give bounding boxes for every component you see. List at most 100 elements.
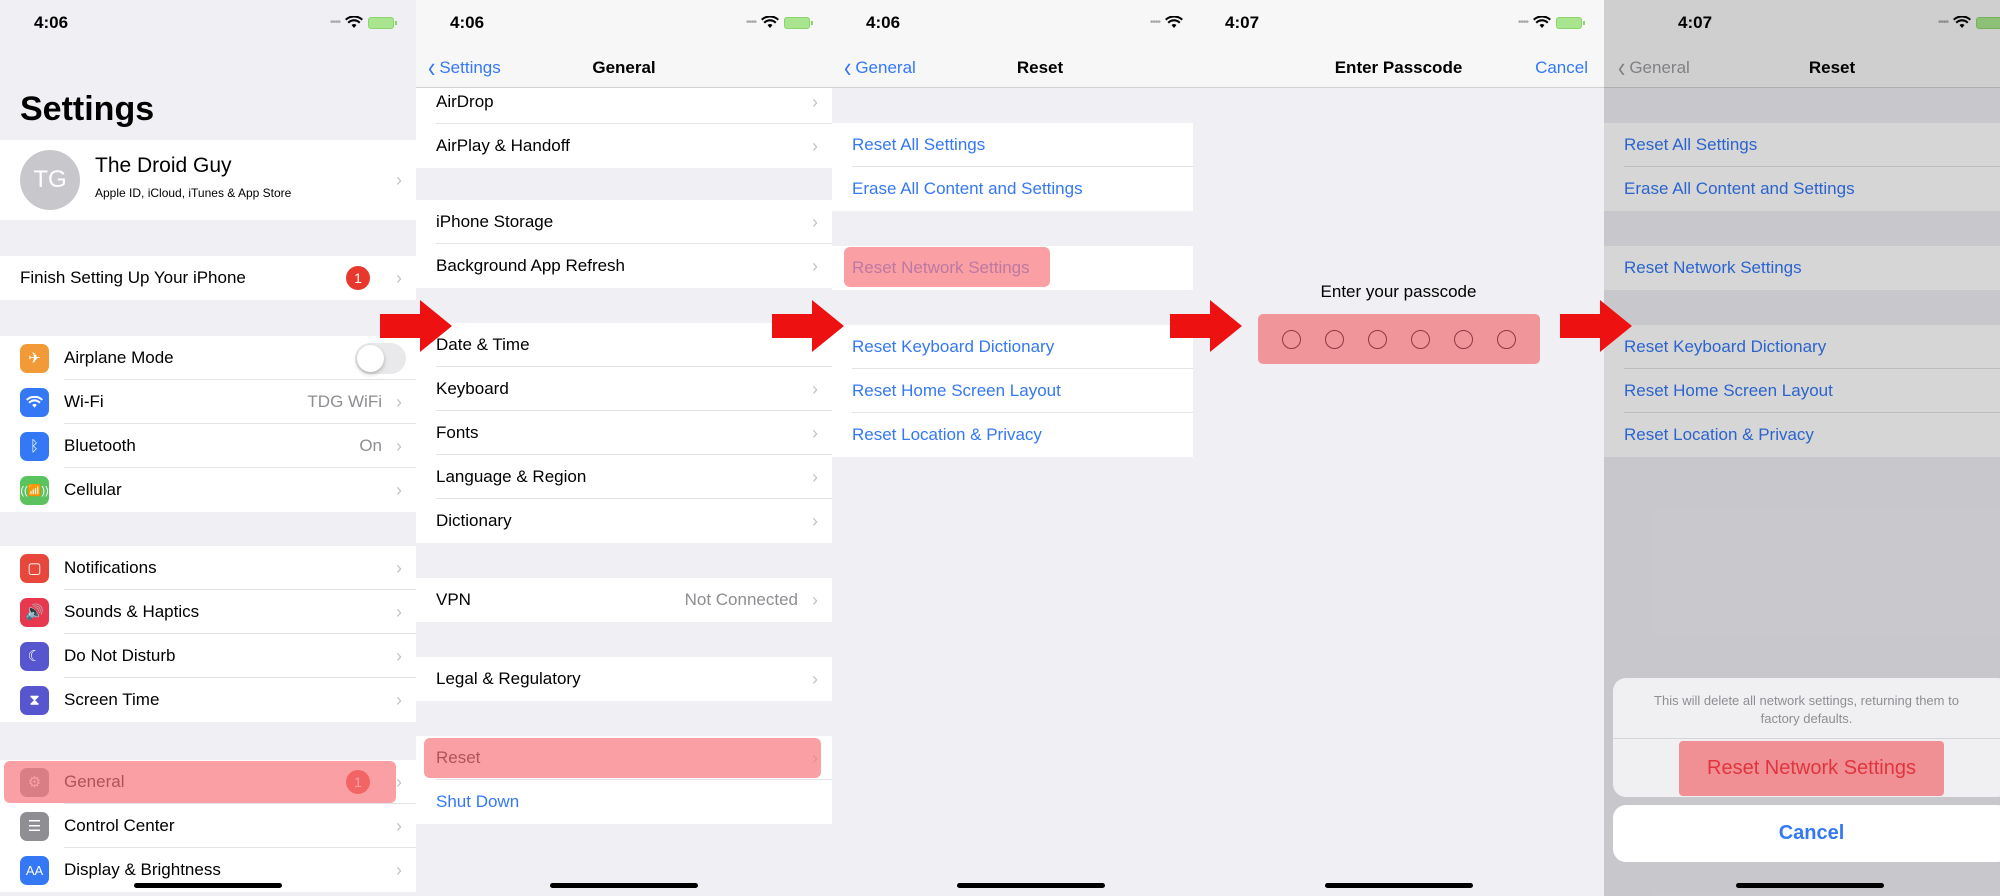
chevron-left-icon: ‹ — [1618, 51, 1626, 84]
settings-item-cellular[interactable]: ((📶)) Cellular › — [0, 468, 416, 512]
general-item-date-time[interactable]: Date & Time › — [416, 323, 832, 367]
reset-confirm-screen: 4:07 •••• ‹ General Reset Reset All Setti… — [1604, 0, 2000, 896]
wifi-status-icon — [761, 16, 779, 28]
nav-bar: ‹ General Reset — [832, 50, 1193, 88]
item-label: Bluetooth — [64, 436, 136, 455]
item-label: AirPlay & Handoff — [436, 136, 570, 155]
passcode-digit-dot — [1497, 329, 1516, 349]
item-label: Reset Home Screen Layout — [1624, 381, 1833, 400]
chevron-right-icon: › — [396, 601, 402, 622]
passcode-input[interactable] — [1258, 314, 1540, 364]
bluetooth-icon: ᛒ — [20, 431, 49, 461]
settings-item-wifi[interactable]: Wi-Fi TDG WiFi › — [0, 380, 416, 424]
reset-keyboard-dictionary[interactable]: Reset Keyboard Dictionary — [1604, 325, 2000, 369]
chevron-right-icon: › — [396, 557, 402, 578]
general-item-legal[interactable]: Legal & Regulatory › — [416, 657, 832, 701]
passcode-prompt: Enter your passcode — [1320, 282, 1477, 301]
reset-home-screen-layout[interactable]: Reset Home Screen Layout — [1604, 369, 2000, 413]
page-title: Settings — [20, 90, 155, 128]
general-item-fonts[interactable]: Fonts › — [416, 411, 832, 455]
item-label: AirDrop — [436, 92, 494, 111]
sound-icon: 🔊 — [20, 597, 49, 627]
settings-item-airplane-mode[interactable]: ✈ Airplane Mode — [0, 336, 416, 380]
reset-home-screen-layout[interactable]: Reset Home Screen Layout — [832, 369, 1193, 413]
general-item-airplay[interactable]: AirPlay & Handoff › — [416, 124, 832, 168]
chevron-right-icon: › — [812, 91, 818, 112]
erase-all-content[interactable]: Erase All Content and Settings — [1604, 167, 2000, 211]
status-bar: 4:06 •••• — [832, 0, 1193, 50]
settings-item-bluetooth[interactable]: ᛒ Bluetooth On › — [0, 424, 416, 468]
general-item-iphone-storage[interactable]: iPhone Storage › — [416, 200, 832, 244]
profile-row[interactable]: TG The Droid Guy Apple ID, iCloud, iTune… — [0, 140, 416, 220]
status-time: 4:07 — [1225, 13, 1260, 32]
item-label: Reset Location & Privacy — [1624, 425, 1814, 444]
general-screen: 4:06 •••• AirDrop › AirPlay & Handoff › … — [416, 0, 832, 896]
general-item-keyboard[interactable]: Keyboard › — [416, 367, 832, 411]
item-label: Do Not Disturb — [64, 646, 176, 665]
item-label: Erase All Content and Settings — [852, 179, 1083, 198]
settings-item-do-not-disturb[interactable]: ☾ Do Not Disturb › — [0, 634, 416, 678]
wifi-status-icon — [1165, 16, 1183, 28]
item-label: VPN — [436, 590, 471, 609]
general-item-language[interactable]: Language & Region › — [416, 455, 832, 499]
avatar: TG — [20, 150, 80, 210]
notifications-icon: ▢ — [20, 553, 49, 583]
cancel-button[interactable]: Cancel — [1535, 58, 1588, 78]
battery-icon — [1976, 16, 2000, 29]
wifi-status-icon — [1953, 16, 1971, 28]
item-label: Erase All Content and Settings — [1624, 179, 1855, 198]
chevron-right-icon: › — [396, 391, 402, 412]
home-indicator — [550, 883, 698, 888]
settings-item-sounds[interactable]: 🔊 Sounds & Haptics › — [0, 590, 416, 634]
settings-screen: 4:06 •••• Settings TG The Droid Guy Appl… — [0, 0, 416, 896]
bluetooth-value: On — [359, 436, 382, 455]
chevron-right-icon: › — [812, 135, 818, 156]
notification-badge: 1 — [346, 266, 370, 290]
chevron-right-icon: › — [396, 435, 402, 456]
reset-network-settings[interactable]: Reset Network Settings — [1604, 246, 2000, 290]
chevron-right-icon: › — [396, 689, 402, 710]
item-label: Reset Location & Privacy — [852, 425, 1042, 444]
reset-all-settings[interactable]: Reset All Settings — [832, 123, 1193, 167]
step-arrow-icon — [1170, 300, 1242, 352]
reset-location-privacy[interactable]: Reset Location & Privacy — [1604, 413, 2000, 457]
airplane-icon: ✈ — [20, 343, 49, 373]
status-bar: 4:07 •••• — [1604, 0, 2000, 50]
item-label: Reset Home Screen Layout — [852, 381, 1061, 400]
erase-all-content[interactable]: Erase All Content and Settings — [832, 167, 1193, 211]
general-item-background-refresh[interactable]: Background App Refresh › — [416, 244, 832, 288]
confirm-reset-network-button[interactable]: Reset Network Settings — [1679, 741, 1944, 796]
settings-item-screen-time[interactable]: ⧗ Screen Time › — [0, 678, 416, 722]
status-time: 4:07 — [1678, 13, 1713, 32]
settings-item-control-center[interactable]: ☰ Control Center › — [0, 804, 416, 848]
wifi-icon — [20, 387, 49, 417]
action-sheet-cancel-button[interactable]: Cancel — [1613, 805, 2000, 862]
cellular-icon: ((📶)) — [20, 475, 49, 505]
vpn-status: Not Connected — [684, 590, 798, 609]
home-indicator — [134, 883, 282, 888]
general-item-shut-down[interactable]: Shut Down — [416, 780, 832, 824]
nav-title: Reset — [1016, 58, 1064, 77]
home-indicator — [956, 883, 1105, 888]
signal-icon: •••• — [1149, 17, 1161, 28]
moon-icon: ☾ — [20, 641, 49, 671]
finish-setup-row[interactable]: Finish Setting Up Your iPhone 1 › — [0, 256, 416, 300]
settings-item-notifications[interactable]: ▢ Notifications › — [0, 546, 416, 590]
step-arrow-icon — [1560, 300, 1632, 352]
chevron-right-icon: › — [396, 169, 402, 190]
general-item-vpn[interactable]: VPN Not Connected › — [416, 578, 832, 622]
home-indicator — [1324, 883, 1473, 888]
reset-location-privacy[interactable]: Reset Location & Privacy — [832, 413, 1193, 457]
signal-icon: •••• — [1517, 17, 1529, 28]
display-icon: AA — [20, 855, 49, 885]
reset-all-settings[interactable]: Reset All Settings — [1604, 123, 2000, 167]
action-sheet: This will delete all network settings, r… — [1613, 678, 2000, 797]
highlight-general — [4, 761, 396, 803]
item-label: Fonts — [436, 423, 479, 442]
reset-screen: 4:06 •••• ‹ General Reset Reset All Setti… — [832, 0, 1193, 896]
nav-title: Reset — [1808, 58, 1856, 77]
reset-keyboard-dictionary[interactable]: Reset Keyboard Dictionary — [832, 325, 1193, 369]
general-item-dictionary[interactable]: Dictionary › — [416, 499, 832, 543]
chevron-right-icon: › — [396, 815, 402, 836]
home-indicator — [1736, 883, 1884, 888]
